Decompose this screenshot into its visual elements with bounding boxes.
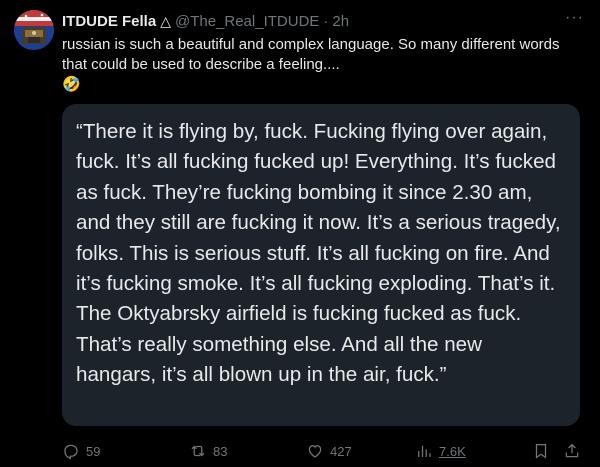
tweet-body: russian is such a beautiful and complex … [62, 36, 560, 73]
repost-icon [191, 445, 205, 457]
repost-count: 83 [213, 443, 228, 459]
reply-icon [64, 444, 78, 460]
reply-count: 59 [86, 443, 101, 459]
bookmark-icon [535, 443, 547, 459]
action-bar: 59 83 427 7.6K [62, 440, 584, 462]
tweet-text: russian is such a beautiful and complex … [62, 35, 584, 95]
views-button[interactable]: 7.6K [415, 440, 466, 462]
reply-button[interactable]: 59 [62, 440, 100, 462]
avatar[interactable] [14, 10, 54, 50]
like-count: 427 [330, 443, 352, 459]
more-options-icon[interactable]: ··· [565, 9, 584, 27]
share-button[interactable] [563, 440, 581, 462]
user-handle[interactable]: @The_Real_ITDUDE [175, 13, 319, 30]
timestamp[interactable]: 2h [332, 13, 349, 30]
rofl-emoji: 🤣 [62, 76, 81, 93]
name-symbol: △ [160, 12, 171, 29]
views-icon [418, 445, 431, 457]
repost-button[interactable]: 83 [189, 440, 227, 462]
avatar-image [14, 10, 54, 50]
quote-card[interactable]: “There it is flying by, fuck. Fucking fl… [62, 104, 580, 426]
quote-text: “There it is flying by, fuck. Fucking fl… [76, 120, 561, 387]
like-button[interactable]: 427 [306, 440, 352, 462]
display-name[interactable]: ITDUDE Fella [62, 13, 156, 30]
tweet-header: ITDUDE Fella △ @The_Real_ITDUDE · 2h ··· [62, 9, 584, 31]
view-count: 7.6K [439, 443, 466, 459]
heart-icon [308, 445, 322, 458]
bookmark-button[interactable] [532, 440, 550, 462]
tweet[interactable]: ITDUDE Fella △ @The_Real_ITDUDE · 2h ···… [0, 0, 600, 467]
separator-dot: · [323, 12, 329, 30]
share-icon [565, 443, 579, 458]
